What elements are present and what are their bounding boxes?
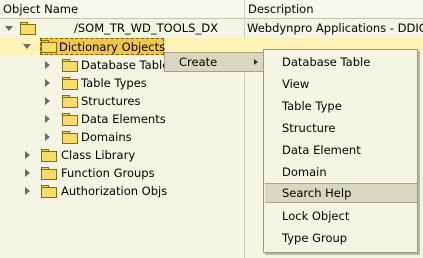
tree-label: Structures	[81, 94, 141, 108]
header-description[interactable]: Description	[245, 0, 314, 18]
menu-item-label: Lock Object	[282, 209, 350, 223]
tree-label: Database Table	[81, 58, 170, 72]
menu-item-label: Search Help	[282, 186, 352, 200]
expand-icon[interactable]	[25, 187, 30, 195]
tree-label: Function Groups	[61, 166, 155, 180]
menu-item-lock-object[interactable]: Lock Object	[265, 206, 417, 226]
create-submenu: Database Table View Table Type Structure…	[263, 49, 418, 253]
folder-icon	[41, 149, 57, 162]
menu-item-label: Type Group	[282, 231, 348, 245]
folder-icon	[62, 113, 78, 126]
menu-item-label: Domain	[282, 165, 327, 179]
menu-item-view[interactable]: View	[265, 74, 417, 94]
menu-item-search-help[interactable]: Search Help	[265, 183, 417, 203]
root-node-description: Webdynpro Applications - DDIC	[247, 21, 423, 35]
expand-icon[interactable]	[45, 115, 50, 123]
column-header: Object Name Description	[0, 0, 423, 19]
create-menu-label: Create	[179, 55, 218, 69]
context-menu-create[interactable]: Create	[164, 52, 264, 72]
tree-label: Domains	[81, 130, 132, 144]
header-object-name[interactable]: Object Name	[0, 0, 78, 18]
folder-icon	[41, 40, 57, 53]
expand-icon[interactable]	[25, 169, 30, 177]
menu-item-label: View	[282, 77, 310, 91]
expand-icon[interactable]	[45, 97, 50, 105]
tree-label: Table Types	[81, 76, 147, 90]
expand-icon[interactable]	[45, 61, 50, 69]
menu-item-database-table[interactable]: Database Table	[265, 52, 417, 72]
expand-icon[interactable]	[45, 79, 50, 87]
menu-item-domain[interactable]: Domain	[265, 162, 417, 182]
folder-icon	[62, 77, 78, 90]
folder-icon	[41, 185, 57, 198]
menu-item-label: Data Element	[282, 143, 361, 157]
folder-icon	[41, 167, 57, 180]
expand-icon[interactable]	[25, 151, 30, 159]
folder-icon	[20, 22, 36, 35]
dictionary-objects-label: Dictionary Objects	[59, 40, 166, 54]
menu-item-structure[interactable]: Structure	[265, 118, 417, 138]
tree-label: Data Elements	[81, 112, 166, 126]
root-node-label: /SOM_TR_WD_TOOLS_DX	[74, 21, 218, 35]
menu-item-data-element[interactable]: Data Element	[265, 140, 417, 160]
folder-icon	[62, 59, 78, 72]
tree-label: Authorization Objs	[61, 184, 168, 198]
expand-icon[interactable]	[45, 133, 50, 141]
submenu-arrow-icon	[254, 59, 258, 65]
tree-root-row[interactable]: /SOM_TR_WD_TOOLS_DX Webdynpro Applicatio…	[0, 19, 423, 37]
tree-label: Class Library	[61, 148, 136, 162]
menu-item-table-type[interactable]: Table Type	[265, 96, 417, 116]
folder-icon	[62, 131, 78, 144]
menu-item-type-group[interactable]: Type Group	[265, 228, 417, 248]
menu-item-label: Table Type	[282, 99, 342, 113]
expand-icon[interactable]	[5, 26, 13, 31]
menu-item-label: Structure	[282, 121, 336, 135]
folder-icon	[62, 95, 78, 108]
menu-item-label: Database Table	[282, 55, 371, 69]
expand-icon[interactable]	[23, 44, 31, 49]
